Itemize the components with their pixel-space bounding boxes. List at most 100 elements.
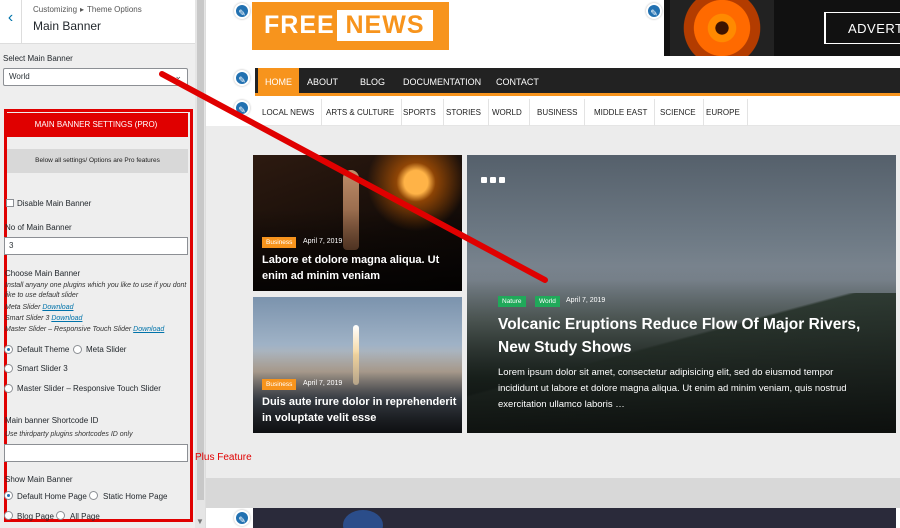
- meta-slider-download-link[interactable]: Download: [42, 304, 73, 311]
- logo-text-news: NEWS: [337, 10, 433, 41]
- post-card[interactable]: Business April 7, 2019 Duis aute irure d…: [253, 297, 462, 433]
- smart-slider-download-link[interactable]: Download: [51, 315, 82, 322]
- shortcode-help: Use thirdparty plugins shortcodes ID onl…: [5, 431, 133, 438]
- featured-post[interactable]: Nature World April 7, 2019 Volcanic Erup…: [467, 155, 896, 433]
- subnav-arts-culture[interactable]: ARTS & CULTURE: [319, 99, 403, 126]
- radio-smart-slider-label: Smart Slider 3: [17, 364, 68, 373]
- radio-static-home[interactable]: [89, 491, 98, 500]
- slider-dot[interactable]: [490, 177, 496, 183]
- master-slider-download-link[interactable]: Download: [133, 326, 164, 333]
- show-main-banner-label: Show Main Banner: [5, 475, 73, 484]
- back-button[interactable]: ‹: [0, 0, 22, 44]
- radio-meta-slider-label: Meta Slider: [86, 345, 127, 354]
- radio-blog-page[interactable]: [4, 511, 13, 520]
- radio-master-slider[interactable]: [4, 384, 13, 393]
- shortcode-input[interactable]: [4, 444, 188, 462]
- choose-main-banner-label: Choose Main Banner: [5, 269, 81, 278]
- site-preview: ✎ FREE NEWS ✎ ADVERT ✎ HOME ABOUT BLOG D…: [206, 0, 900, 528]
- radio-smart-slider[interactable]: [4, 364, 13, 373]
- disable-main-banner-checkbox[interactable]: [6, 199, 14, 207]
- pencil-icon[interactable]: ✎: [234, 3, 250, 19]
- category-badge[interactable]: Business: [262, 237, 297, 248]
- slider-dots[interactable]: [481, 170, 508, 188]
- radio-blog-page-label: Blog Page: [17, 512, 54, 521]
- radio-all-page-label: All Page: [70, 512, 100, 521]
- pencil-icon[interactable]: ✎: [646, 3, 662, 19]
- site-logo[interactable]: FREE NEWS: [252, 2, 449, 50]
- post-card[interactable]: Business April 7, 2019 Labore et dolore …: [253, 155, 462, 291]
- select-main-banner-label: Select Main Banner: [3, 54, 73, 63]
- radio-meta-slider[interactable]: [73, 345, 82, 354]
- plus-feature-annotation: Plus Feature: [195, 452, 252, 463]
- advertisement-banner[interactable]: ADVERT: [664, 0, 900, 56]
- portrait-image: [343, 510, 383, 528]
- ad-text: ADVERT: [848, 21, 900, 36]
- nav-documentation[interactable]: DOCUMENTATION: [396, 68, 488, 96]
- smart-slider-help: Smart Slider 3 Download: [5, 315, 82, 322]
- slider-dot[interactable]: [481, 177, 487, 183]
- panel-title: Main Banner: [33, 19, 102, 33]
- post-title[interactable]: Duis aute irure dolor in reprehenderit i…: [262, 394, 458, 426]
- breadcrumb-separator: ▸: [80, 5, 85, 14]
- breadcrumb: Customizing ▸ Theme Options: [33, 5, 142, 14]
- subnav-stories[interactable]: STORIES: [439, 99, 489, 126]
- featured-excerpt: Lorem ipsum dolor sit amet, consectetur …: [498, 367, 847, 410]
- panel-scrollbar[interactable]: ▼: [195, 0, 205, 528]
- subnav-business[interactable]: BUSINESS: [530, 99, 586, 126]
- radio-static-home-label: Static Home Page: [103, 492, 168, 501]
- banner-count-input[interactable]: 3: [4, 237, 188, 255]
- radio-default-theme[interactable]: [4, 345, 13, 354]
- pencil-icon[interactable]: ✎: [234, 100, 250, 116]
- category-badge-nature[interactable]: Nature: [498, 296, 526, 307]
- customizer-panel: ‹ Customizing ▸ Theme Options Main Banner …: [0, 0, 206, 528]
- main-navigation: HOME ABOUT BLOG DOCUMENTATION CONTACT: [255, 68, 900, 96]
- radio-default-home-label: Default Home Page: [17, 492, 87, 501]
- master-slider-text: Master Slider – Responsive Touch Slider: [5, 326, 132, 333]
- pro-settings-button[interactable]: MAIN BANNER SETTINGS (PRO): [4, 113, 188, 137]
- pencil-icon[interactable]: ✎: [234, 70, 250, 86]
- nav-contact[interactable]: CONTACT: [489, 68, 546, 96]
- featured-title[interactable]: Volcanic Eruptions Reduce Flow Of Major …: [498, 313, 878, 359]
- scrollbar-thumb[interactable]: [197, 0, 204, 500]
- pro-features-note: Below all settings/ Options are Pro feat…: [7, 149, 188, 173]
- choose-help-text: Install anyany one plugins which you lik…: [5, 282, 187, 299]
- radio-all-page[interactable]: [56, 511, 65, 520]
- subnav-sports[interactable]: SPORTS: [396, 99, 444, 126]
- category-badge[interactable]: Business: [262, 379, 297, 390]
- panel-header: ‹ Customizing ▸ Theme Options Main Banner: [0, 0, 195, 44]
- breadcrumb-item: Customizing: [33, 5, 78, 14]
- shortcode-label: Main banner Shortcode ID: [5, 416, 99, 425]
- radio-default-theme-label: Default Theme: [17, 345, 70, 354]
- nav-home[interactable]: HOME: [258, 68, 299, 96]
- pencil-icon[interactable]: ✎: [234, 510, 250, 526]
- breadcrumb-item: Theme Options: [87, 5, 142, 14]
- category-navigation: LOCAL NEWS ARTS & CULTURE SPORTS STORIES…: [255, 99, 900, 126]
- main-banner-select[interactable]: World ⌄: [3, 68, 188, 86]
- nav-about[interactable]: ABOUT: [300, 68, 345, 96]
- flower-image: [670, 0, 774, 56]
- chevron-left-icon: ‹: [7, 9, 14, 26]
- post-title[interactable]: Labore et dolore magna aliqua. Ut enim a…: [262, 252, 452, 284]
- post-date: April 7, 2019: [303, 238, 343, 245]
- subnav-science[interactable]: SCIENCE: [653, 99, 704, 126]
- subnav-local-news[interactable]: LOCAL NEWS: [255, 99, 323, 126]
- subnav-europe[interactable]: EUROPE: [699, 99, 748, 126]
- scroll-down-icon[interactable]: ▼: [196, 517, 204, 526]
- subnav-middle-east[interactable]: MIDDLE EAST: [587, 99, 656, 126]
- radio-default-home[interactable]: [4, 491, 13, 500]
- smart-slider-text: Smart Slider 3: [5, 315, 50, 322]
- subnav-world[interactable]: WORLD: [485, 99, 530, 126]
- section-divider: [206, 478, 900, 508]
- chevron-down-icon: ⌄: [174, 71, 182, 81]
- category-badge-world[interactable]: World: [535, 296, 560, 307]
- featured-date: April 7, 2019: [566, 297, 606, 304]
- disable-main-banner-label: Disable Main Banner: [17, 199, 92, 208]
- nav-blog[interactable]: BLOG: [353, 68, 392, 96]
- select-value: World: [9, 72, 30, 81]
- master-slider-help: Master Slider – Responsive Touch Slider …: [5, 326, 164, 333]
- radio-master-slider-label: Master Slider – Responsive Touch Slider: [17, 384, 161, 393]
- next-section-image: [253, 508, 896, 528]
- banner-count-label: No of Main Banner: [5, 223, 72, 232]
- meta-slider-help: Meta Slider Download: [5, 304, 74, 311]
- slider-dot[interactable]: [499, 177, 505, 183]
